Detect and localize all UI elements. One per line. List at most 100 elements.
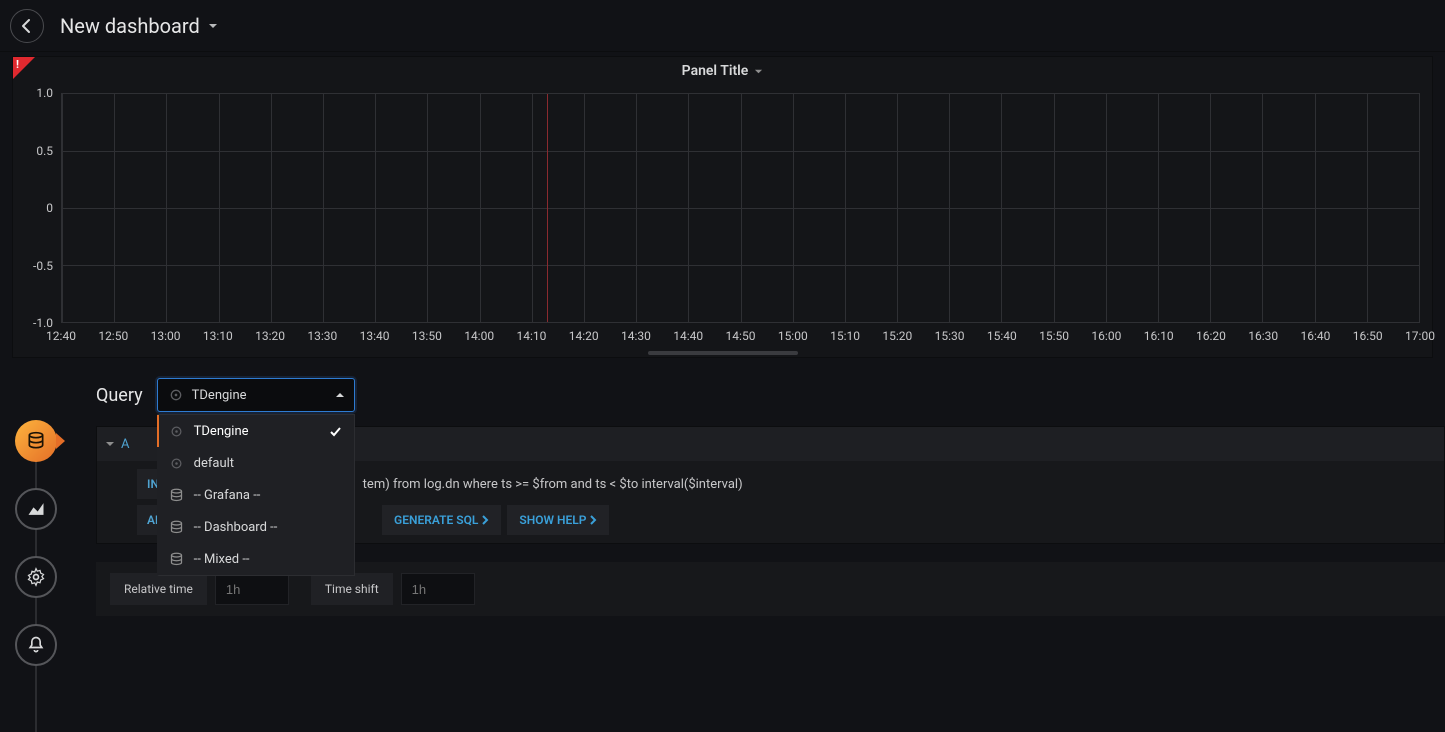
bell-icon bbox=[26, 635, 46, 655]
datasource-trigger[interactable]: TDengine bbox=[157, 378, 355, 412]
gridline-v bbox=[688, 94, 689, 322]
x-tick: 16:50 bbox=[1353, 329, 1383, 343]
x-tick: 13:40 bbox=[360, 329, 390, 343]
chart-area-icon bbox=[26, 499, 46, 519]
gridline-v bbox=[323, 94, 324, 322]
gridline-v bbox=[1419, 94, 1420, 322]
gridline-v bbox=[793, 94, 794, 322]
datasource-icon bbox=[169, 424, 184, 439]
x-tick: 16:40 bbox=[1301, 329, 1331, 343]
gridline-v bbox=[741, 94, 742, 322]
sql-input-text[interactable]: tem) from log.dn where ts >= $from and t… bbox=[353, 469, 753, 499]
x-tick: 12:40 bbox=[46, 329, 76, 343]
x-tick: 15:00 bbox=[778, 329, 808, 343]
gridline-v bbox=[427, 94, 428, 322]
x-tick: 14:30 bbox=[621, 329, 651, 343]
panel-error-corner[interactable]: ! bbox=[13, 57, 35, 79]
query-header: Query TDengine TDenginedefault-- Grafana… bbox=[96, 378, 1445, 412]
y-tick: -1.0 bbox=[33, 316, 53, 330]
warning-icon: ! bbox=[16, 58, 19, 71]
datasource-option-label: -- Dashboard -- bbox=[194, 520, 278, 535]
datasource-option[interactable]: TDengine bbox=[157, 415, 354, 447]
gridline-v bbox=[1001, 94, 1002, 322]
panel-title[interactable]: Panel Title bbox=[13, 57, 1432, 85]
x-tick: 15:50 bbox=[1039, 329, 1069, 343]
x-tick: 14:10 bbox=[516, 329, 546, 343]
rail-tab-query[interactable] bbox=[15, 420, 57, 462]
x-tick: 15:20 bbox=[882, 329, 912, 343]
gridline-v bbox=[480, 94, 481, 322]
rail-tab-alert[interactable] bbox=[15, 624, 57, 666]
datasource-option[interactable]: -- Dashboard -- bbox=[157, 511, 354, 543]
back-button[interactable] bbox=[10, 9, 44, 43]
x-tick: 13:20 bbox=[255, 329, 285, 343]
generate-sql-button[interactable]: GENERATE SQL bbox=[382, 505, 501, 535]
x-tick: 13:00 bbox=[151, 329, 181, 343]
rail-tab-visualization[interactable] bbox=[15, 488, 57, 530]
x-tick: 14:50 bbox=[726, 329, 756, 343]
datasource-option[interactable]: -- Mixed -- bbox=[157, 543, 354, 575]
datasource-select[interactable]: TDengine TDenginedefault-- Grafana ---- … bbox=[157, 378, 355, 412]
rail-tab-general[interactable] bbox=[15, 556, 57, 598]
time-shift-label: Time shift bbox=[311, 573, 393, 605]
datasource-option-label: TDengine bbox=[194, 424, 249, 439]
show-help-button[interactable]: SHOW HELP bbox=[507, 505, 609, 535]
x-tick: 12:50 bbox=[98, 329, 128, 343]
gridline-v bbox=[532, 94, 533, 322]
datasource-option-label: -- Mixed -- bbox=[194, 552, 250, 567]
x-tick: 15:30 bbox=[935, 329, 965, 343]
gridline-v bbox=[166, 94, 167, 322]
datasource-option[interactable]: -- Grafana -- bbox=[157, 479, 354, 511]
x-tick: 16:00 bbox=[1091, 329, 1121, 343]
gridline-v bbox=[375, 94, 376, 322]
y-tick: 1.0 bbox=[36, 86, 53, 100]
panel-resize-handle[interactable] bbox=[648, 351, 798, 355]
check-icon bbox=[329, 425, 342, 438]
show-help-text: SHOW HELP bbox=[519, 513, 586, 527]
datasource-icon bbox=[169, 456, 184, 471]
gridline-v bbox=[1262, 94, 1263, 322]
gridline-v bbox=[1158, 94, 1159, 322]
editor-rail bbox=[0, 378, 72, 692]
y-tick: 0 bbox=[46, 201, 53, 215]
datasource-option-label: default bbox=[194, 456, 234, 471]
database-icon bbox=[26, 431, 46, 451]
gear-icon bbox=[26, 567, 46, 587]
query-section-label: Query bbox=[96, 385, 143, 406]
chart[interactable]: 1.00.50-0.5-1.0 12:4012:5013:0013:1013:2… bbox=[61, 93, 1420, 343]
chevron-right-icon bbox=[482, 515, 489, 525]
chart-plot-area[interactable] bbox=[61, 93, 1420, 323]
gridline-v bbox=[636, 94, 637, 322]
datasource-option[interactable]: default bbox=[157, 447, 354, 479]
time-shift-input[interactable] bbox=[401, 573, 475, 605]
dashboard-title-text: New dashboard bbox=[60, 14, 200, 38]
panel: ! Panel Title 1.00.50-0.5-1.0 12:4012:50… bbox=[12, 56, 1433, 358]
dashboard-title[interactable]: New dashboard bbox=[60, 14, 218, 38]
chevron-down-icon bbox=[208, 21, 218, 31]
gridline-v bbox=[114, 94, 115, 322]
x-tick: 14:20 bbox=[569, 329, 599, 343]
x-tick: 16:30 bbox=[1248, 329, 1278, 343]
datasource-dropdown: TDengine default -- Grafana -- -- Dashboard… bbox=[157, 414, 355, 576]
gridline-v bbox=[1210, 94, 1211, 322]
query-row-letter: A bbox=[121, 437, 129, 452]
chart-y-axis: 1.00.50-0.5-1.0 bbox=[21, 93, 57, 323]
gridline-v bbox=[1367, 94, 1368, 322]
x-tick: 15:40 bbox=[987, 329, 1017, 343]
gridline-v bbox=[219, 94, 220, 322]
database-icon bbox=[169, 552, 184, 567]
relative-time-label: Relative time bbox=[110, 573, 207, 605]
x-tick: 16:10 bbox=[1144, 329, 1174, 343]
datasource-selected-text: TDengine bbox=[192, 388, 247, 403]
chevron-down-icon bbox=[105, 439, 115, 449]
database-icon bbox=[169, 520, 184, 535]
y-tick: -0.5 bbox=[33, 259, 53, 273]
x-tick: 14:00 bbox=[464, 329, 494, 343]
relative-time-input[interactable] bbox=[215, 573, 289, 605]
panel-editor: Query TDengine TDenginedefault-- Grafana… bbox=[0, 378, 1445, 692]
datasource-option-label: -- Grafana -- bbox=[194, 488, 261, 503]
x-tick: 14:40 bbox=[673, 329, 703, 343]
generate-sql-text: GENERATE SQL bbox=[394, 513, 478, 527]
gridline-v bbox=[897, 94, 898, 322]
gridline-v bbox=[271, 94, 272, 322]
